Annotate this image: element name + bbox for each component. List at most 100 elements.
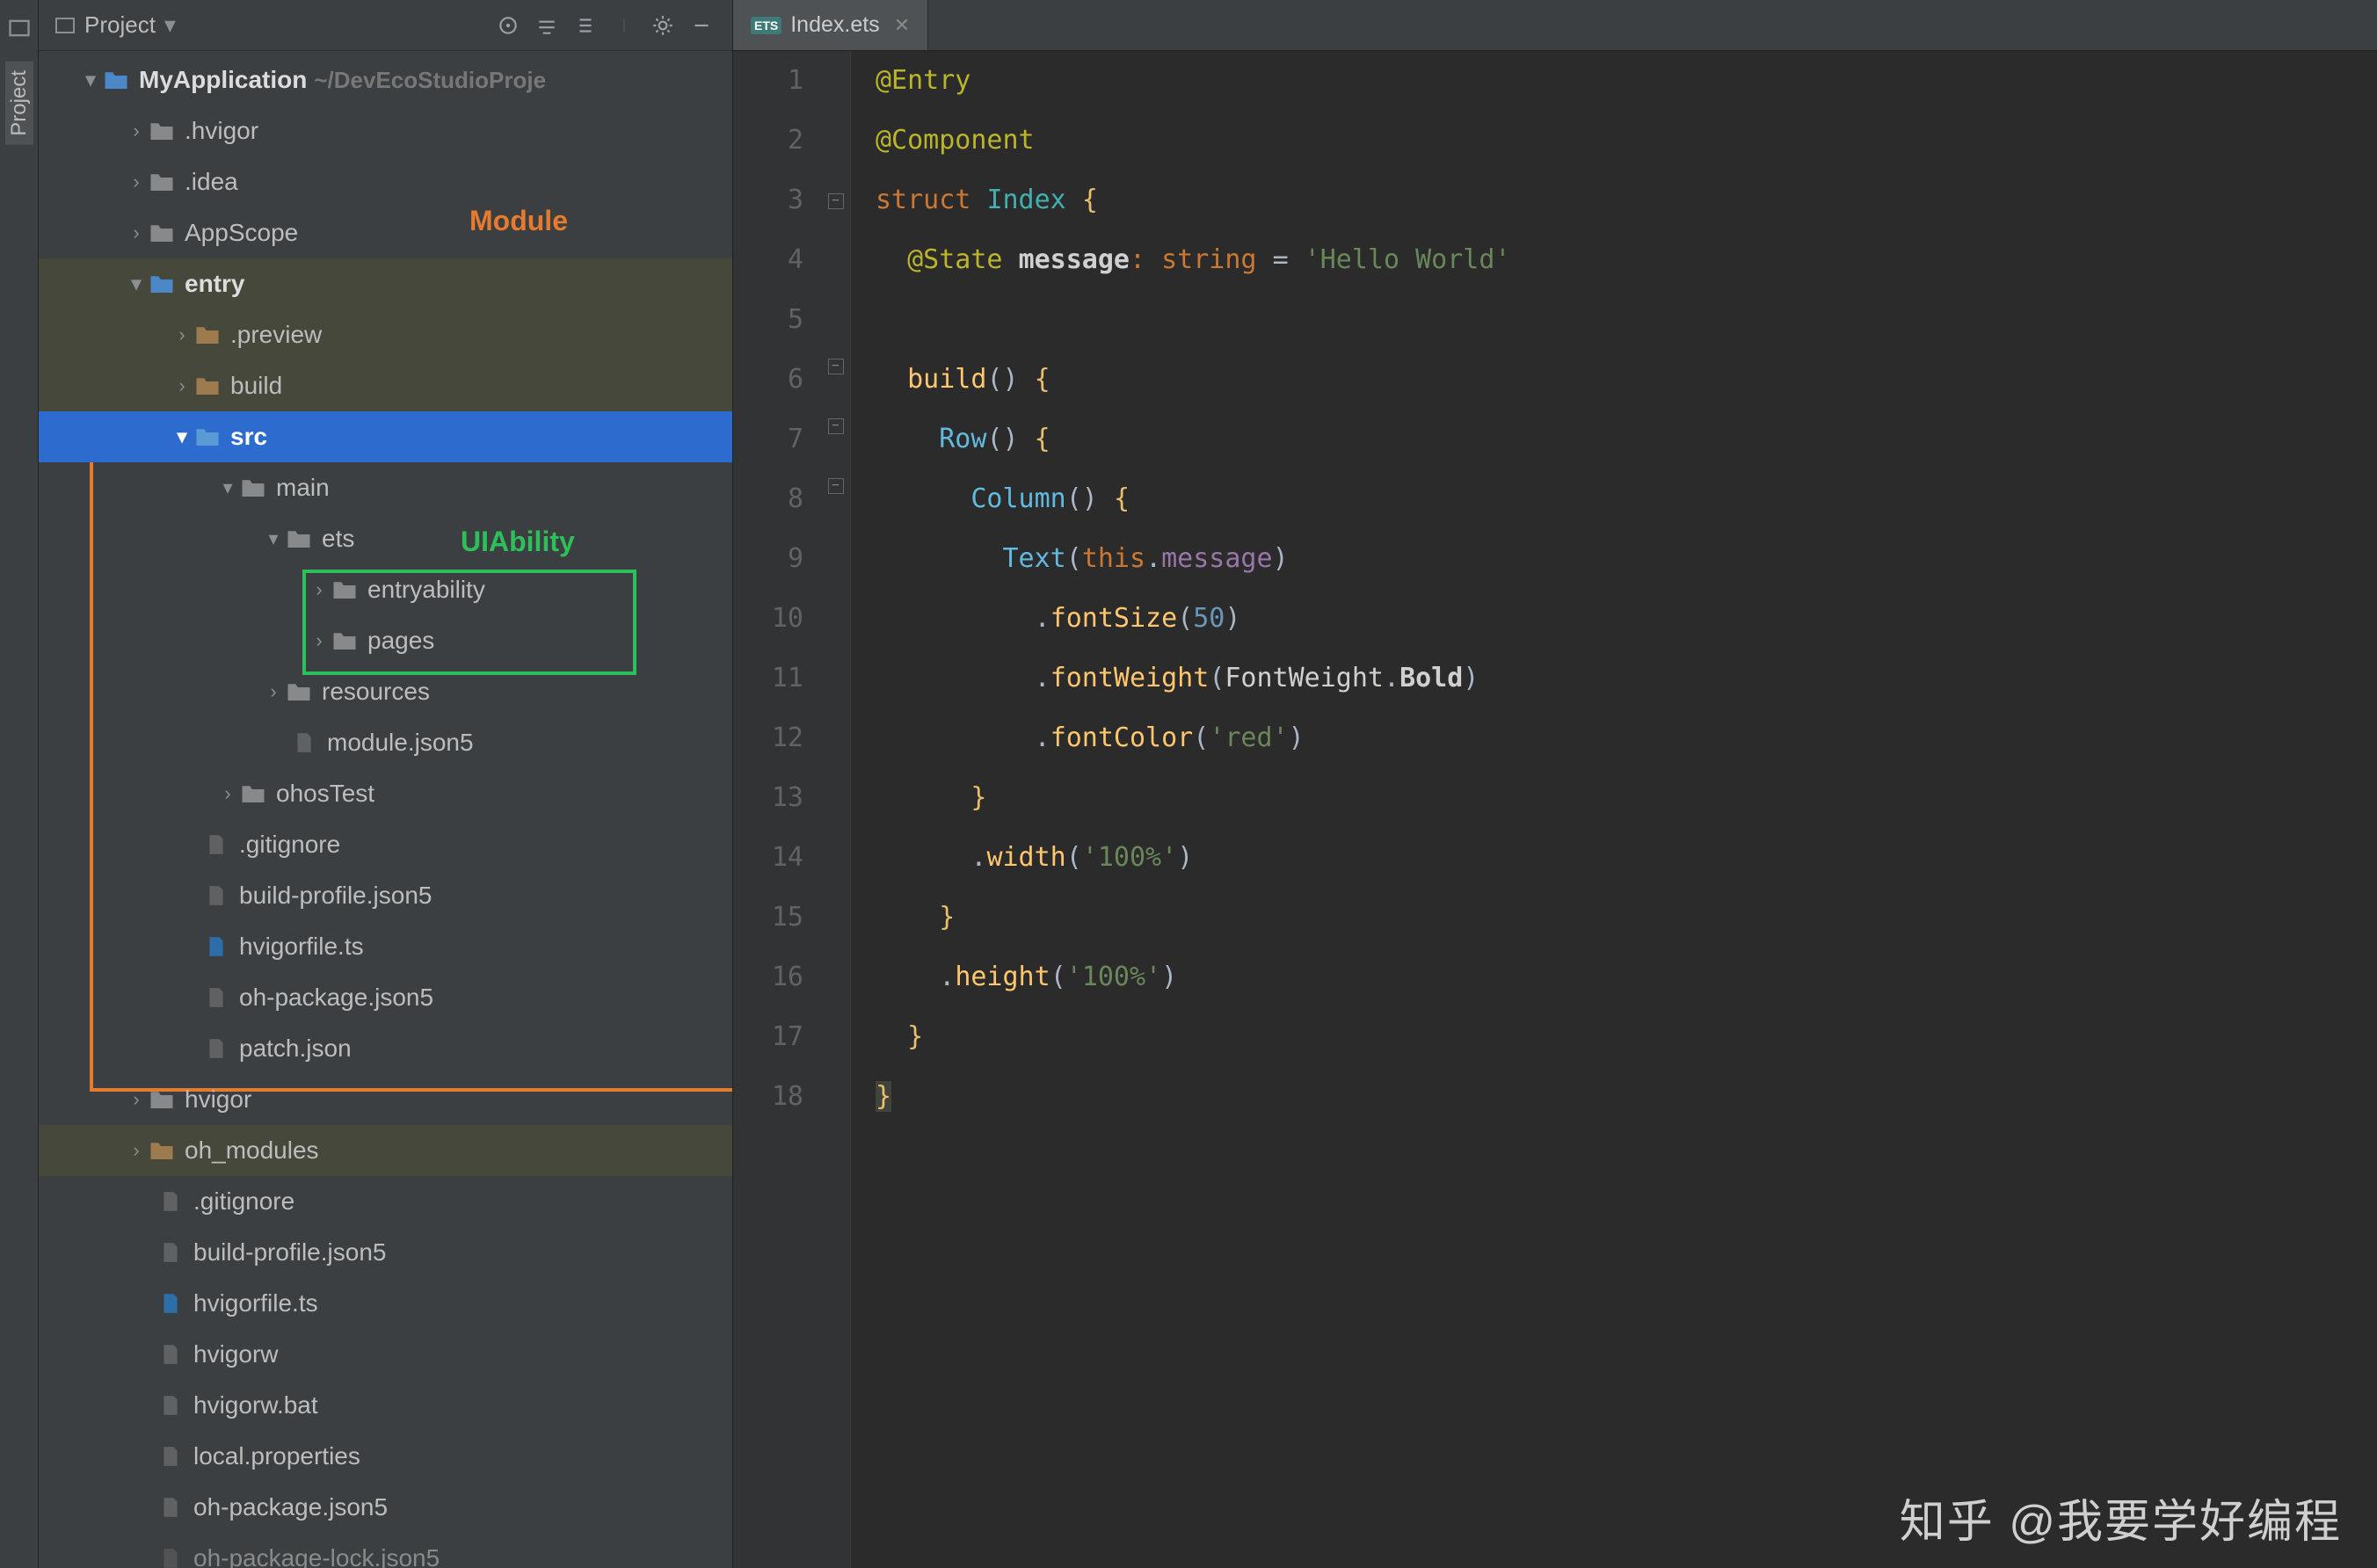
json-file-icon xyxy=(156,1238,185,1267)
json-file-icon xyxy=(156,1544,185,1568)
properties-file-icon xyxy=(156,1442,185,1470)
file-icon xyxy=(202,831,230,859)
tree-row[interactable]: .gitignore xyxy=(39,819,732,870)
tree-row[interactable]: ›build xyxy=(39,360,732,411)
tree-row[interactable]: hvigorw xyxy=(39,1329,732,1380)
tree-row[interactable]: ›ohosTest xyxy=(39,768,732,819)
folder-icon xyxy=(239,474,267,502)
fold-marker-icon[interactable]: − xyxy=(828,478,844,494)
tree-row[interactable]: module.json5 xyxy=(39,717,732,768)
tree-row[interactable]: local.properties xyxy=(39,1431,732,1482)
tree-row[interactable]: ›resources xyxy=(39,666,732,717)
panel-title[interactable]: Project ▾ xyxy=(55,11,176,39)
expand-icon[interactable] xyxy=(532,11,562,40)
tree-row[interactable]: ▾ets xyxy=(39,513,732,564)
chevron-down-icon: ▾ xyxy=(127,272,146,295)
chevron-right-icon: › xyxy=(264,680,283,703)
tree-row[interactable]: ›pages xyxy=(39,615,732,666)
tab-label: Index.ets xyxy=(790,12,879,38)
line-gutter: 123456789101112131415161718 xyxy=(733,51,821,1568)
tree-row[interactable]: oh-package-lock.json5 xyxy=(39,1533,732,1568)
rail-tab-project[interactable]: Project xyxy=(5,62,33,145)
folder-icon xyxy=(285,678,313,706)
folder-icon xyxy=(148,1085,176,1114)
tree-row-src[interactable]: ▾src xyxy=(39,411,732,462)
folder-icon xyxy=(285,525,313,553)
gear-icon[interactable] xyxy=(648,11,678,40)
folder-icon xyxy=(331,627,359,655)
tree-row[interactable]: ›entryability xyxy=(39,564,732,615)
ts-file-icon xyxy=(156,1289,185,1318)
chevron-right-icon: › xyxy=(127,1139,146,1162)
dropdown-icon: ▾ xyxy=(164,11,176,39)
file-icon xyxy=(156,1391,185,1419)
file-icon xyxy=(156,1187,185,1216)
project-folder-icon xyxy=(102,66,130,94)
tree-row-entry[interactable]: ▾entry xyxy=(39,258,732,309)
tree-row[interactable]: oh-package.json5 xyxy=(39,1482,732,1533)
json-file-icon xyxy=(156,1493,185,1521)
json-file-icon xyxy=(202,882,230,910)
folder-icon xyxy=(148,117,176,145)
tree-row[interactable]: ›hvigor xyxy=(39,1074,732,1125)
fold-marker-icon[interactable]: − xyxy=(828,359,844,374)
tree-row[interactable]: hvigorfile.ts xyxy=(39,1278,732,1329)
folder-icon xyxy=(193,372,222,400)
collapse-icon[interactable] xyxy=(571,11,600,40)
window-icon xyxy=(55,15,76,36)
chevron-down-icon: ▾ xyxy=(218,476,237,499)
chevron-right-icon: › xyxy=(127,171,146,193)
close-icon[interactable]: ✕ xyxy=(894,14,910,37)
module-folder-icon xyxy=(148,270,176,298)
chevron-right-icon: › xyxy=(127,221,146,244)
app-root: Project Project ▾ | Module UIAbility xyxy=(0,0,2377,1568)
code-editor[interactable]: 123456789101112131415161718 − − − − @Ent… xyxy=(733,51,2377,1568)
fold-gutter: − − − − xyxy=(821,51,851,1568)
chevron-down-icon: ▾ xyxy=(81,69,100,91)
project-panel-header: Project ▾ | xyxy=(39,0,732,51)
folder-icon xyxy=(193,321,222,349)
chevron-right-icon: › xyxy=(127,120,146,142)
folder-icon xyxy=(148,1136,176,1165)
tree-row[interactable]: ▾main xyxy=(39,462,732,513)
tree-root-path: ~/DevEcoStudioProje xyxy=(314,67,546,94)
minimize-icon[interactable] xyxy=(687,11,716,40)
tree-row[interactable]: ›oh_modules xyxy=(39,1125,732,1176)
chevron-right-icon: › xyxy=(172,323,192,346)
code-content[interactable]: @Entry @Component struct Index { @State … xyxy=(851,51,2377,1568)
tree-row[interactable]: ›.hvigor xyxy=(39,105,732,156)
panel-title-label: Project xyxy=(84,11,156,39)
tree-row[interactable]: build-profile.json5 xyxy=(39,870,732,921)
project-tree[interactable]: Module UIAbility ▾ MyApplication ~/DevEc… xyxy=(39,51,732,1568)
tree-row[interactable]: ›.idea xyxy=(39,156,732,207)
folder-icon xyxy=(148,219,176,247)
chevron-down-icon: ▾ xyxy=(172,425,192,448)
file-icon xyxy=(156,1340,185,1368)
locate-icon[interactable] xyxy=(493,11,523,40)
ts-file-icon xyxy=(202,933,230,961)
tree-row[interactable]: ›.preview xyxy=(39,309,732,360)
folder-icon xyxy=(331,576,359,604)
tree-row[interactable]: hvigorfile.ts xyxy=(39,921,732,972)
tree-row[interactable]: .gitignore xyxy=(39,1176,732,1227)
chevron-right-icon: › xyxy=(309,578,329,601)
tree-row[interactable]: hvigorw.bat xyxy=(39,1380,732,1431)
tree-row[interactable]: patch.json xyxy=(39,1023,732,1074)
folder-icon xyxy=(239,780,267,808)
json-file-icon xyxy=(290,729,318,757)
tree-row[interactable]: ›AppScope xyxy=(39,207,732,258)
editor-tabs: ETS Index.ets ✕ xyxy=(733,0,2377,51)
json-file-icon xyxy=(202,1034,230,1063)
tree-row[interactable]: oh-package.json5 xyxy=(39,972,732,1023)
chevron-right-icon: › xyxy=(127,1088,146,1111)
src-folder-icon xyxy=(193,423,222,451)
fold-marker-icon[interactable]: − xyxy=(828,193,844,209)
divider-icon: | xyxy=(609,11,639,40)
tree-row[interactable]: build-profile.json5 xyxy=(39,1227,732,1278)
editor-tab[interactable]: ETS Index.ets ✕ xyxy=(733,0,928,50)
tree-root-label: MyApplication xyxy=(139,66,307,94)
project-panel: Project ▾ | Module UIAbility ▾ MyApplica… xyxy=(39,0,733,1568)
fold-marker-icon[interactable]: − xyxy=(828,418,844,434)
tool-rail: Project xyxy=(0,0,39,1568)
tree-root[interactable]: ▾ MyApplication ~/DevEcoStudioProje xyxy=(39,54,732,105)
